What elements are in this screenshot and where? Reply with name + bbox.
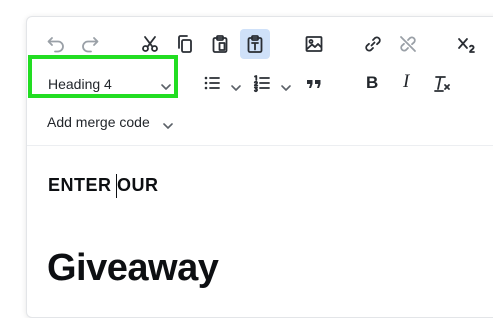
redo-icon <box>80 34 100 54</box>
bulleted-list-icon <box>202 73 222 93</box>
add-merge-code-button[interactable]: Add merge code <box>47 114 150 130</box>
toolbar-row-2: Heading 4 B I <box>27 61 493 101</box>
subscript-icon <box>456 34 478 54</box>
bold-icon: B <box>366 73 379 92</box>
blockquote-button[interactable] <box>299 68 329 98</box>
quote-icon <box>304 73 324 93</box>
bold-button[interactable]: B <box>358 68 388 98</box>
toolbar-divider <box>27 145 493 146</box>
rich-text-editor: Heading 4 B I Add merge code ENTER OUR G… <box>26 16 493 318</box>
clear-format-button[interactable] <box>428 68 458 98</box>
link-icon <box>363 34 383 54</box>
copy-icon <box>175 34 195 54</box>
numbered-list-dropdown-icon[interactable] <box>280 80 292 98</box>
numbered-list-button[interactable] <box>247 68 277 98</box>
toolbar-row-1 <box>27 17 493 59</box>
bulleted-list-button[interactable] <box>197 68 227 98</box>
chevron-down-icon <box>160 79 172 97</box>
insert-link-button[interactable] <box>358 29 388 59</box>
clipboard-icon <box>210 34 230 54</box>
scissors-icon <box>140 34 160 54</box>
redo-button[interactable] <box>75 29 105 59</box>
unlink-icon <box>398 34 418 54</box>
undo-button[interactable] <box>41 29 71 59</box>
subscript-button[interactable] <box>452 29 482 59</box>
content-heading-1[interactable]: Giveaway <box>47 247 219 290</box>
image-icon <box>304 34 324 54</box>
numbered-list-icon <box>252 73 272 93</box>
chevron-down-icon[interactable] <box>162 118 174 136</box>
copy-button[interactable] <box>170 29 200 59</box>
undo-icon <box>46 34 66 54</box>
paste-as-text-button[interactable] <box>240 29 270 59</box>
content-heading-4[interactable]: ENTER OUR <box>48 175 159 196</box>
paste-button[interactable] <box>205 29 235 59</box>
insert-image-button[interactable] <box>299 29 329 59</box>
bulleted-list-dropdown-icon[interactable] <box>230 80 242 98</box>
italic-icon: I <box>403 71 410 92</box>
text-cursor <box>116 174 117 198</box>
paste-text-icon <box>245 34 265 54</box>
unlink-button[interactable] <box>393 29 423 59</box>
clear-format-icon <box>432 73 454 93</box>
italic-button[interactable]: I <box>393 68 423 98</box>
cut-button[interactable] <box>135 29 165 59</box>
heading-format-value: Heading 4 <box>48 76 112 92</box>
heading-format-select[interactable]: Heading 4 <box>36 67 172 101</box>
